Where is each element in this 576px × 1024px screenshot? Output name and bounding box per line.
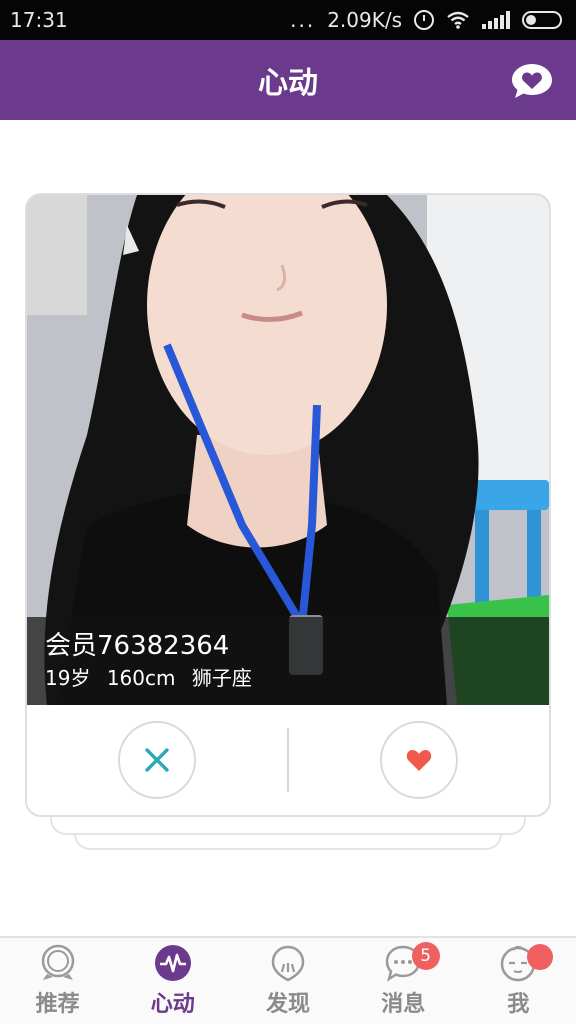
bottom-tab-bar: 推荐 心动 发现 消息 5 我 [0, 936, 576, 1024]
profile-notification-dot [526, 944, 553, 970]
profile-photo[interactable]: 会员76382364 19岁 160cm 狮子座 [27, 195, 549, 705]
member-zodiac: 狮子座 [191, 666, 252, 690]
status-bar: 17:31 ... 2.09K/s [0, 0, 576, 40]
network-speed: 2.09K/s [327, 8, 402, 32]
tab-recommend[interactable]: 推荐 [0, 938, 115, 1024]
reject-button[interactable] [118, 721, 196, 799]
tab-heartbeat[interactable]: 心动 [115, 938, 230, 1024]
heart-icon [406, 750, 432, 771]
card-actions [27, 705, 549, 815]
page-title: 心动 [258, 66, 318, 101]
like-button[interactable] [380, 721, 458, 799]
profile-card[interactable]: 会员76382364 19岁 160cm 狮子座 [25, 193, 551, 817]
battery-icon [522, 11, 562, 29]
discover-icon [271, 945, 305, 982]
tab-label: 心动 [150, 992, 195, 1017]
recommend-icon [41, 944, 74, 980]
tab-label: 推荐 [35, 992, 80, 1017]
like-area [289, 721, 549, 799]
tab-messages[interactable]: 消息 5 [346, 938, 461, 1024]
status-dots: ... [290, 8, 316, 32]
chat-heart-icon[interactable] [510, 62, 554, 100]
member-height: 160cm [106, 666, 176, 690]
tab-label: 我 [507, 992, 530, 1017]
wifi-icon [447, 11, 469, 29]
reject-area [27, 721, 287, 799]
tab-profile[interactable]: 我 [461, 938, 576, 1024]
profile-caption: 会员76382364 19岁 160cm 狮子座 [27, 617, 549, 705]
tab-label: 消息 [381, 992, 426, 1017]
status-indicators: ... 2.09K/s [290, 8, 562, 32]
member-info: 19岁 160cm 狮子座 [45, 663, 531, 693]
signal-icon [482, 11, 510, 29]
message-badge: 5 [411, 942, 440, 970]
alarm-icon [414, 10, 434, 30]
member-age: 19岁 [45, 666, 91, 690]
tab-discover[interactable]: 发现 [230, 938, 345, 1024]
close-icon [145, 748, 169, 772]
member-name: 会员76382364 [45, 631, 230, 661]
app-header: 心动 [0, 40, 576, 120]
heartbeat-icon [154, 945, 191, 981]
tab-label: 发现 [266, 992, 311, 1017]
status-time: 17:31 [10, 8, 68, 32]
